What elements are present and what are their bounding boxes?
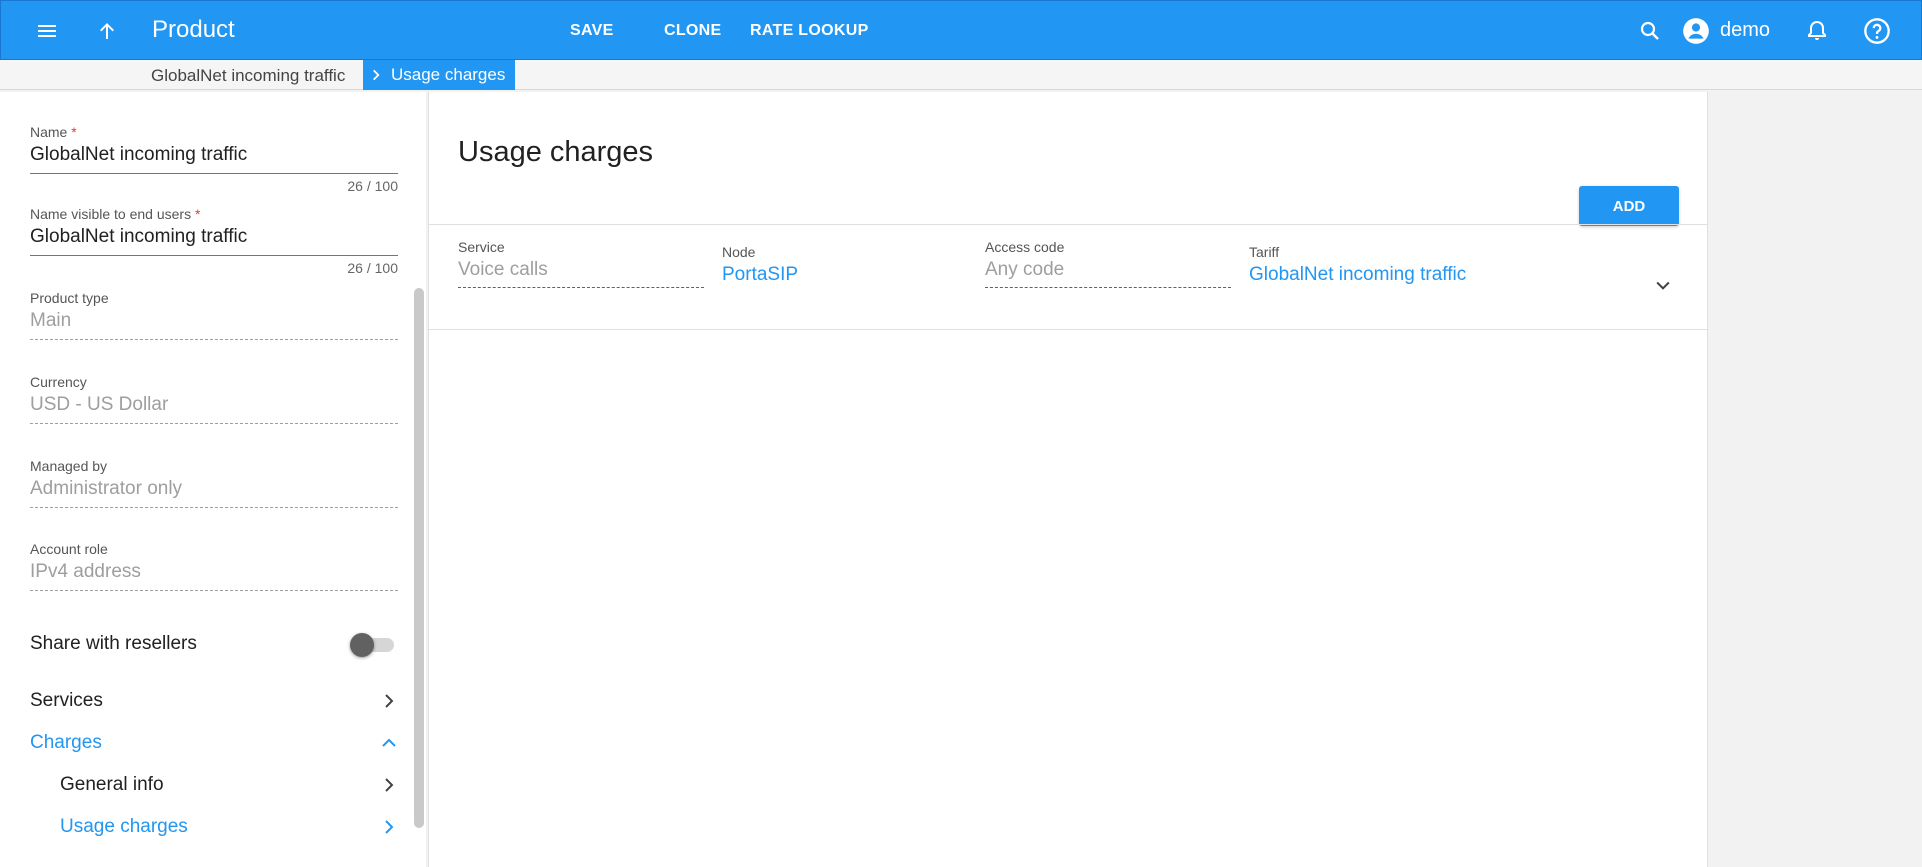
chevron-right-icon xyxy=(373,69,380,81)
sidebar-item-services[interactable]: Services xyxy=(30,690,398,712)
sidebar-item-usage-charges-label: Usage charges xyxy=(60,816,188,837)
tariff-cell: Tariff GlobalNet incoming traffic xyxy=(1249,244,1629,286)
service-value: Voice calls xyxy=(458,259,704,288)
chevron-down-icon[interactable] xyxy=(1653,275,1673,295)
service-cell: Service Voice calls xyxy=(458,239,704,288)
page-title: Product xyxy=(152,16,235,43)
managed-by-value: Administrator only xyxy=(30,478,398,508)
node-label: Node xyxy=(722,244,756,260)
clone-button[interactable]: CLONE xyxy=(664,22,722,40)
name-visible-field[interactable]: Name visible to end users * GlobalNet in… xyxy=(30,206,398,276)
managed-by-label: Managed by xyxy=(30,458,108,474)
currency-field: Currency USD - US Dollar xyxy=(30,374,398,424)
bell-icon[interactable] xyxy=(1797,11,1837,51)
node-cell: Node PortaSIP xyxy=(722,244,962,286)
access-code-value: Any code xyxy=(985,259,1231,288)
chevron-up-icon xyxy=(382,738,396,747)
help-icon[interactable] xyxy=(1857,11,1897,51)
name-field[interactable]: Name * GlobalNet incoming traffic 26 / 1… xyxy=(30,124,398,194)
sidebar-item-charges[interactable]: Charges xyxy=(30,732,398,754)
product-type-field: Product type Main xyxy=(30,290,398,340)
name-visible-counter: 26 / 100 xyxy=(347,260,398,276)
search-icon[interactable] xyxy=(1630,11,1670,51)
breadcrumb-current: Usage charges xyxy=(363,60,516,90)
service-label: Service xyxy=(458,239,505,255)
product-sidebar: Name * GlobalNet incoming traffic 26 / 1… xyxy=(0,92,426,867)
tariff-link[interactable]: GlobalNet incoming traffic xyxy=(1249,264,1629,286)
sidebar-item-services-label: Services xyxy=(30,690,103,711)
chevron-right-icon xyxy=(385,820,394,834)
node-link[interactable]: PortaSIP xyxy=(722,264,962,286)
account-role-value: IPv4 address xyxy=(30,561,398,591)
name-visible-label: Name visible to end users xyxy=(30,206,192,222)
name-input[interactable]: GlobalNet incoming traffic xyxy=(30,144,398,174)
account-role-field: Account role IPv4 address xyxy=(30,541,398,591)
breadcrumb: GlobalNet incoming traffic Usage charges xyxy=(0,60,1922,90)
sidebar-item-charges-label: Charges xyxy=(30,732,102,753)
name-visible-input[interactable]: GlobalNet incoming traffic xyxy=(30,226,398,256)
sidebar-scrollbar[interactable] xyxy=(414,288,424,828)
tariff-label: Tariff xyxy=(1249,244,1280,260)
currency-value: USD - US Dollar xyxy=(30,394,398,424)
breadcrumb-parent[interactable]: GlobalNet incoming traffic xyxy=(151,66,345,86)
account-role-label: Account role xyxy=(30,541,108,557)
currency-label: Currency xyxy=(30,374,87,390)
product-type-value: Main xyxy=(30,310,398,340)
name-counter: 26 / 100 xyxy=(347,178,398,194)
menu-icon[interactable] xyxy=(27,11,67,51)
user-name[interactable]: demo xyxy=(1720,19,1770,42)
usage-charges-panel: Usage charges ADD Service Voice calls No… xyxy=(428,92,1708,867)
account-circle-icon[interactable] xyxy=(1676,11,1716,51)
share-with-resellers-label: Share with resellers xyxy=(30,633,197,654)
share-with-resellers-row: Share with resellers xyxy=(30,632,398,657)
managed-by-field: Managed by Administrator only xyxy=(30,458,398,508)
chevron-right-icon xyxy=(385,694,394,708)
table-row[interactable]: Service Voice calls Node PortaSIP Access… xyxy=(429,224,1708,330)
top-app-bar: Product SAVE CLONE RATE LOOKUP demo xyxy=(0,0,1922,60)
sidebar-item-usage-charges[interactable]: Usage charges xyxy=(60,816,398,838)
arrow-up-icon[interactable] xyxy=(87,11,127,51)
chevron-right-icon xyxy=(385,778,394,792)
share-with-resellers-toggle[interactable] xyxy=(350,632,398,657)
sidebar-item-general-info[interactable]: General info xyxy=(60,774,398,796)
name-label: Name xyxy=(30,124,68,140)
rate-lookup-button[interactable]: RATE LOOKUP xyxy=(750,22,869,40)
save-button[interactable]: SAVE xyxy=(570,22,614,40)
add-button[interactable]: ADD xyxy=(1579,186,1679,226)
section-title: Usage charges xyxy=(458,136,654,168)
access-code-cell: Access code Any code xyxy=(985,239,1231,288)
product-type-label: Product type xyxy=(30,290,109,306)
sidebar-item-general-info-label: General info xyxy=(60,774,164,795)
access-code-label: Access code xyxy=(985,239,1065,255)
breadcrumb-current-label: Usage charges xyxy=(391,65,506,84)
